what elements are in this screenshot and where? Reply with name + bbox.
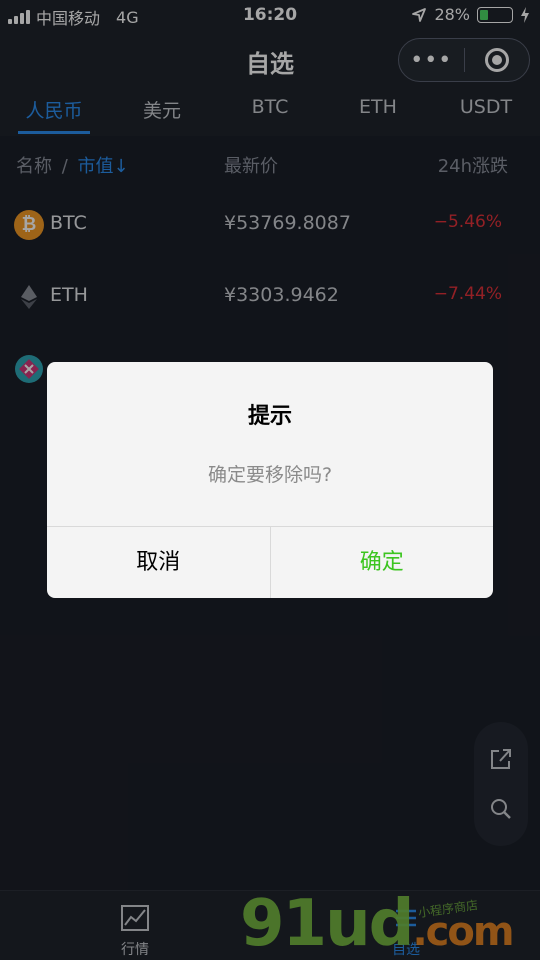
cancel-button[interactable]: 取消 [47, 527, 271, 598]
dialog-title: 提示 [247, 404, 292, 429]
dialog-buttons: 取消 确定 [47, 526, 493, 598]
confirm-button[interactable]: 确定 [271, 527, 494, 598]
dialog-message: 确定要移除吗? [207, 464, 333, 486]
confirm-dialog: 提示 确定要移除吗? 取消 确定 [47, 362, 493, 598]
